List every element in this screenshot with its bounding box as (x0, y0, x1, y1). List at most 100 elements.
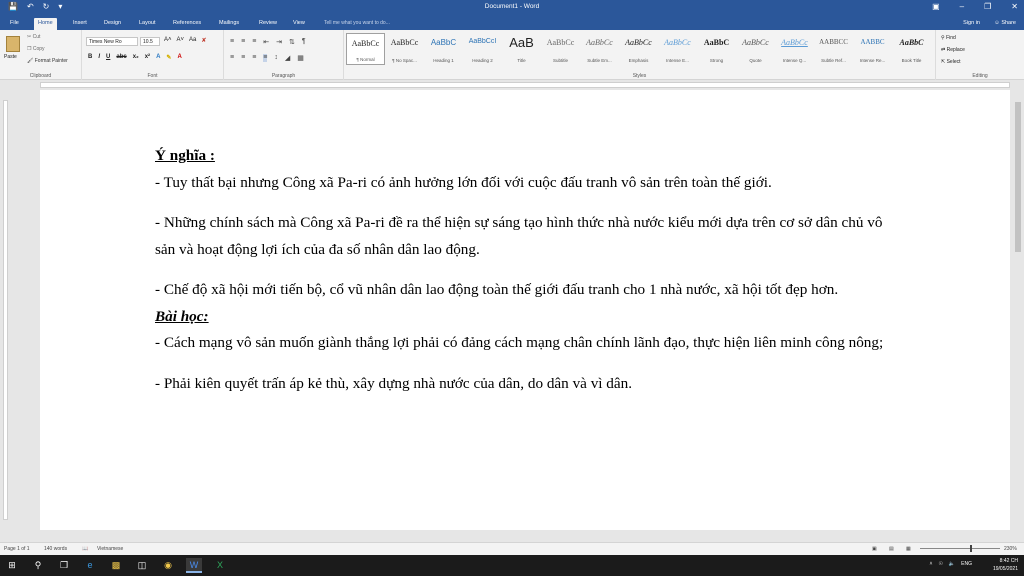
select-button[interactable]: ⇱ Select (941, 59, 961, 65)
font-name-box[interactable]: Times New Ro (86, 37, 138, 46)
style-strong[interactable]: AaBbC Strong (697, 33, 736, 65)
web-layout-icon[interactable]: ▦ (906, 546, 911, 552)
numbering-icon[interactable]: ≡ (241, 38, 245, 46)
cut-button[interactable]: ✂ Cut (27, 34, 40, 40)
vertical-scrollbar[interactable] (1012, 90, 1024, 530)
underline-icon[interactable]: U (106, 54, 110, 61)
ruler-bar[interactable] (3, 100, 8, 520)
chrome-icon[interactable]: ◉ (160, 558, 176, 573)
style-no-spacing[interactable]: AaBbCc ¶ No Spac... (385, 33, 424, 65)
style-intense-emphasis[interactable]: AaBbCc Intense E... (658, 33, 697, 65)
find-button[interactable]: ⚲ Find (941, 35, 956, 41)
keyboard-language[interactable]: ENG (961, 561, 972, 567)
tab-design[interactable]: Design (100, 18, 125, 30)
style-name: Subtle Em... (587, 58, 612, 63)
tab-mailings[interactable]: Mailings (215, 18, 243, 30)
superscript-icon[interactable]: x² (145, 54, 150, 61)
shrink-font-icon[interactable]: A˅ (177, 37, 185, 44)
tab-view[interactable]: View (289, 18, 309, 30)
horizontal-scrollbar[interactable] (0, 532, 1012, 542)
line-spacing-icon[interactable]: ↕ (274, 54, 278, 62)
minimize-icon[interactable]: – (960, 2, 964, 11)
strikethrough-icon[interactable]: abc (116, 54, 126, 61)
sort-icon[interactable]: ⇅ (289, 38, 295, 46)
clock[interactable]: 8:42 CH 19/05/2021 (993, 557, 1018, 573)
zoom-slider-knob[interactable] (970, 545, 972, 552)
proofing-icon[interactable]: 📖 (82, 546, 88, 552)
justify-icon[interactable]: ≡ (263, 54, 268, 62)
style-heading-1[interactable]: AaBbC Heading 1 (424, 33, 463, 65)
search-icon[interactable]: ⚲ (30, 558, 46, 573)
style-emphasis[interactable]: AaBbCc Emphasis (619, 33, 658, 65)
font-color-icon[interactable]: A (177, 54, 181, 61)
scroll-thumb[interactable] (1015, 102, 1021, 252)
word-icon[interactable]: W (186, 558, 202, 573)
copy-button[interactable]: ❐ Copy (27, 46, 45, 52)
word-count[interactable]: 140 words (44, 546, 67, 552)
font-size-box[interactable]: 10.5 (140, 37, 160, 46)
restore-icon[interactable]: ❐ (984, 2, 991, 11)
chevron-up-icon[interactable]: ˄ (930, 561, 933, 567)
pilcrow-icon[interactable]: ¶ (302, 38, 306, 46)
ruler-bar[interactable] (40, 82, 1010, 88)
ribbon-display-icon[interactable]: ▣ (932, 2, 940, 11)
decrease-indent-icon[interactable]: ⇤ (263, 38, 269, 46)
style-book-title[interactable]: AaBbC Book Title (892, 33, 931, 65)
highlight-icon[interactable]: ✎ (166, 54, 171, 61)
style-normal[interactable]: AaBbCc ¶ Normal (346, 33, 385, 65)
file-explorer-icon[interactable]: ▩ (108, 558, 124, 573)
grow-font-icon[interactable]: A˄ (164, 37, 172, 44)
style-heading-2[interactable]: AaBbCcI Heading 2 (463, 33, 502, 65)
share-button[interactable]: ☺ Share (994, 20, 1016, 26)
edge-icon[interactable]: e (82, 558, 98, 573)
align-left-icon[interactable]: ≡ (230, 54, 234, 62)
windows-start-icon[interactable]: ⊞ (4, 558, 20, 573)
tab-review[interactable]: Review (255, 18, 281, 30)
document-page[interactable]: Ý nghĩa : - Tuy thất bại nhưng Công xã P… (40, 90, 1010, 530)
change-case-icon[interactable]: Aa (189, 37, 196, 44)
tab-layout[interactable]: Layout (135, 18, 160, 30)
increase-indent-icon[interactable]: ⇥ (276, 38, 282, 46)
style-quote[interactable]: AaBbCc Quote (736, 33, 775, 65)
paste-icon[interactable] (6, 36, 20, 52)
page-count[interactable]: Page 1 of 1 (4, 546, 30, 552)
language[interactable]: Vietnamese (97, 546, 123, 552)
excel-icon[interactable]: X (212, 558, 228, 573)
align-right-icon[interactable]: ≡ (252, 54, 256, 62)
tab-insert[interactable]: Insert (69, 18, 91, 30)
task-view-icon[interactable]: ❐ (56, 558, 72, 573)
shading-icon[interactable]: ◢ (285, 54, 290, 62)
subscript-icon[interactable]: x₂ (133, 54, 139, 61)
style-intense-reference[interactable]: AABBC Intense Re... (853, 33, 892, 65)
text-effects-icon[interactable]: A (156, 54, 160, 61)
multilevel-list-icon[interactable]: ≡ (252, 38, 256, 46)
format-painter-button[interactable]: 🖌 Format Painter (27, 58, 68, 64)
paste-button[interactable]: Paste (4, 54, 17, 60)
clear-format-icon[interactable]: ✘ (201, 37, 206, 44)
zoom-level[interactable]: 230% (1004, 546, 1017, 552)
tab-home[interactable]: Home (34, 18, 57, 30)
style-subtle-emphasis[interactable]: AaBbCc Subtle Em... (580, 33, 619, 65)
document-body[interactable]: Ý nghĩa : - Tuy thất bại nhưng Công xã P… (155, 143, 900, 397)
tab-references[interactable]: References (169, 18, 205, 30)
replace-button[interactable]: ⇄ Replace (941, 47, 965, 53)
zoom-slider[interactable] (920, 548, 1000, 549)
style-intense-quote[interactable]: AaBbCc Intense Q... (775, 33, 814, 65)
store-icon[interactable]: ◫ (134, 558, 150, 573)
network-icon[interactable]: ☉ (938, 561, 942, 567)
bold-icon[interactable]: B (88, 54, 92, 61)
align-center-icon[interactable]: ≡ (241, 54, 245, 62)
style-subtle-reference[interactable]: AABBCC Subtle Ref... (814, 33, 853, 65)
volume-icon[interactable]: 🔈 (949, 561, 955, 567)
tab-file[interactable]: File (6, 18, 23, 30)
close-icon[interactable]: ✕ (1011, 2, 1018, 11)
tell-me-box[interactable]: Tell me what you want to do... (324, 20, 390, 26)
style-title[interactable]: AaB Title (502, 33, 541, 65)
read-mode-icon[interactable]: ▣ (872, 546, 877, 552)
italic-icon[interactable]: I (98, 54, 100, 61)
borders-icon[interactable]: ▦ (297, 54, 304, 62)
bullets-icon[interactable]: ≡ (230, 38, 234, 46)
print-layout-icon[interactable]: ▤ (889, 546, 894, 552)
style-subtitle[interactable]: AaBbCc Subtitle (541, 33, 580, 65)
sign-in-link[interactable]: Sign in (963, 20, 980, 26)
